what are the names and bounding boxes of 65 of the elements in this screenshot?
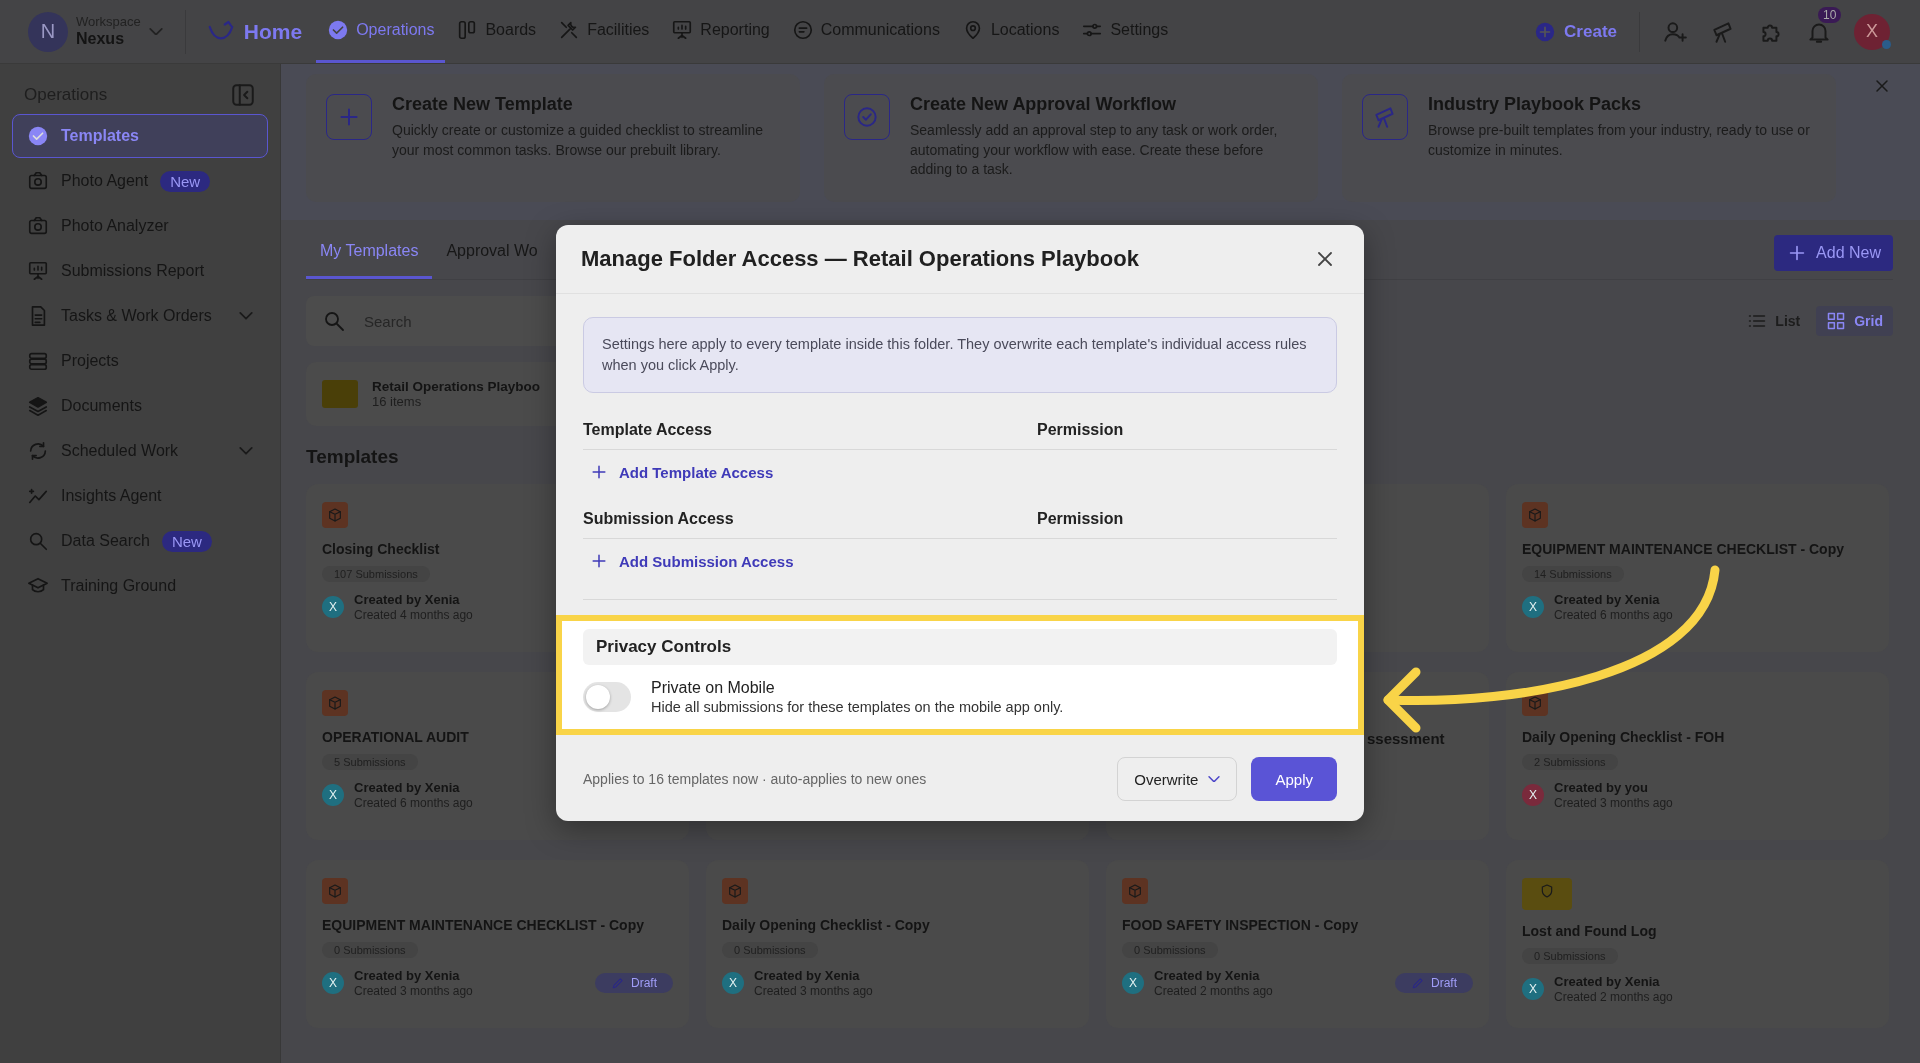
- new-badge: New: [161, 530, 212, 552]
- create-button[interactable]: Create: [1528, 11, 1640, 52]
- cube-icon: [327, 695, 343, 711]
- creator-avatar: X: [722, 971, 744, 994]
- section-title: Templates: [306, 446, 399, 468]
- info-message: Settings here apply to every template inside this folder. They overwrite each template's individual access rules when you click Apply.: [583, 317, 1337, 394]
- chevron-down-icon: [1208, 775, 1221, 783]
- shield-icon: [1539, 883, 1555, 899]
- presentation-icon: [671, 19, 694, 41]
- folder-icon: [322, 380, 358, 408]
- tab[interactable]: My Templates: [306, 242, 433, 279]
- add-access-link[interactable]: Add Template Access: [583, 450, 780, 483]
- column-header: Permission: [1037, 510, 1125, 529]
- check-circle-icon: [854, 104, 880, 130]
- chat-icon: [791, 19, 814, 41]
- promo-title: Create New Template: [392, 94, 574, 115]
- cube-icon: [327, 507, 343, 523]
- home-link[interactable]: Home: [243, 19, 303, 44]
- workspace-avatar[interactable]: N: [28, 11, 68, 52]
- check-circle-icon: [27, 125, 49, 147]
- grid-icon: [1826, 311, 1847, 331]
- cube-icon: [327, 883, 343, 899]
- presentation-icon: [27, 260, 49, 282]
- chevron-down-icon: [239, 447, 253, 455]
- cube-icon: [1527, 507, 1543, 523]
- plus-circle-icon: [1534, 20, 1557, 43]
- search-icon: [322, 309, 346, 333]
- creator-avatar: X: [322, 971, 344, 994]
- creator-avatar: X: [322, 595, 344, 618]
- check-circle-icon: [327, 19, 350, 41]
- collapse-sidebar-icon: [230, 82, 256, 108]
- layers-icon: [27, 395, 49, 417]
- notification-count: 10: [1818, 6, 1842, 23]
- dialog-title: Manage Folder Access — Retail Operations Playbook: [581, 246, 1139, 272]
- camera-icon: [27, 215, 49, 237]
- chevron-down-icon: [239, 312, 253, 320]
- new-badge: New: [160, 170, 211, 192]
- cube-icon: [1527, 695, 1543, 711]
- refresh-icon: [27, 440, 49, 462]
- pencil-icon: [1411, 975, 1425, 990]
- promo-title: Industry Playbook Packs: [1428, 94, 1643, 115]
- add-new-button[interactable]: Add New: [1774, 235, 1893, 271]
- creator-avatar: X: [322, 783, 344, 806]
- mode-dropdown[interactable]: Overwrite: [1117, 757, 1238, 802]
- column-header: Permission: [1037, 421, 1125, 440]
- privacy-heading: Privacy Controls: [583, 629, 1337, 666]
- creator-avatar: X: [1522, 977, 1544, 1000]
- cube-icon: [727, 883, 743, 899]
- pencil-icon: [611, 975, 625, 990]
- search-icon: [27, 530, 49, 552]
- apply-button[interactable]: Apply: [1251, 757, 1337, 802]
- chevron-down-icon: [148, 27, 163, 36]
- draft-button[interactable]: Draft: [1395, 972, 1473, 993]
- sidebar-item[interactable]: Templates: [12, 114, 268, 158]
- draft-button[interactable]: Draft: [595, 972, 673, 993]
- user-avatar[interactable]: X: [1854, 13, 1890, 50]
- camera-icon: [27, 170, 49, 192]
- toggle-switch[interactable]: [583, 682, 631, 713]
- stack-icon: [27, 350, 49, 372]
- cube-icon: [1127, 883, 1143, 899]
- creator-avatar: X: [1522, 783, 1544, 806]
- promo-title: Create New Approval Workflow: [910, 94, 1178, 115]
- creator-avatar: X: [1522, 595, 1544, 618]
- view-toggle[interactable]: Grid: [1816, 306, 1893, 336]
- creator-avatar: X: [1122, 971, 1144, 994]
